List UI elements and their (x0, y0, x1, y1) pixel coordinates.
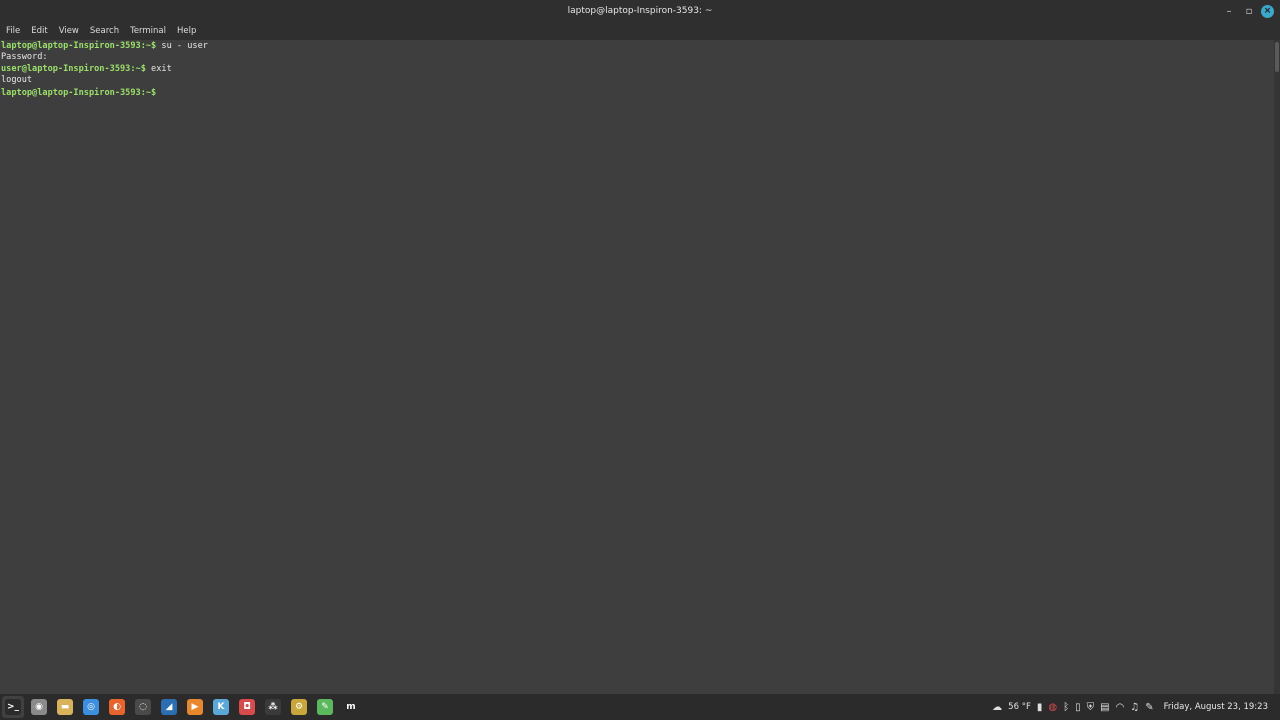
menu-search[interactable]: Search (90, 26, 125, 36)
system-tray: ☁ 56 °F ▮ ◍ ᛒ ▯ ⛨ ▤ ◠ ♫ ✎ Friday, August… (992, 694, 1268, 720)
menu-terminal[interactable]: Terminal (130, 26, 172, 36)
shield-icon[interactable]: ⛨ (1087, 702, 1095, 713)
obs-launcher[interactable]: ◌ (132, 696, 154, 718)
weather-icon[interactable]: ☁ (992, 702, 1002, 713)
menu-edit[interactable]: Edit (31, 26, 53, 36)
disk-icon: ◉ (31, 699, 47, 715)
taskbar: >_ ◉ ▬ ◎ ◐ ◌ ◢ ▶ K ◘ ⁂ ⚙ ✎ m ☁ 56 °F ▮ ◍ ᛒ ▯ ⛨ ▤ ◠ ♫ … (0, 694, 1280, 720)
command-text: exit (145, 63, 172, 74)
launcher-area: >_ ◉ ▬ ◎ ◐ ◌ ◢ ▶ K ◘ ⁂ ⚙ ✎ m (0, 696, 362, 718)
terminal-line: laptop@laptop-Inspiron-3593:~$ (1, 86, 1273, 99)
clapper-launcher[interactable]: ⁂ (262, 696, 284, 718)
terminal-launcher[interactable]: >_ (2, 696, 24, 718)
command-text: su - user (156, 41, 208, 51)
mint-icon: m (343, 699, 359, 715)
chrome-launcher[interactable]: ◎ (80, 696, 102, 718)
folder-icon: ▬ (57, 699, 73, 715)
menu-view[interactable]: View (59, 26, 85, 36)
terminal-line: user@laptop-Inspiron-3593:~$ exit (1, 64, 1273, 75)
kdenlive-launcher[interactable]: K (210, 696, 232, 718)
minimize-button[interactable]: – (1221, 3, 1237, 19)
update-icon[interactable]: ◍ (1048, 702, 1057, 713)
obs-icon: ◌ (135, 699, 151, 715)
terminal-line: laptop@laptop-Inspiron-3593:~$ su - user (1, 41, 1273, 52)
app-icon: ◘ (239, 699, 255, 715)
mint-launcher[interactable]: m (340, 696, 362, 718)
app-launcher[interactable]: ◘ (236, 696, 258, 718)
window-controls: – ▫ × (1221, 3, 1274, 19)
sound-icon[interactable]: ♫ (1130, 702, 1139, 713)
terminal-scrollbar[interactable] (1274, 40, 1280, 694)
wifi-icon[interactable]: ◠ (1116, 702, 1125, 713)
scrollbar-thumb[interactable] (1275, 42, 1279, 72)
shell-prompt: laptop@laptop-Inspiron-3593:~$ (1, 41, 157, 51)
battery-icon[interactable]: ▯ (1075, 702, 1081, 713)
title-bar[interactable]: laptop@laptop-Inspiron-3593: ~ – ▫ × (0, 0, 1280, 22)
command-text (156, 88, 161, 98)
disk-launcher[interactable]: ◉ (28, 696, 50, 718)
shell-prompt: laptop@laptop-Inspiron-3593:~$ (1, 88, 157, 99)
output-text: Password: (1, 52, 48, 63)
shell-prompt: user@laptop-Inspiron-3593:~$ (1, 63, 146, 74)
firefox-icon: ◐ (109, 699, 125, 715)
notes-icon[interactable]: ▤ (1100, 702, 1109, 713)
steam-launcher[interactable]: ◢ (158, 696, 180, 718)
play-icon: ▶ (187, 699, 203, 715)
kdenlive-icon: K (213, 699, 229, 715)
settings-launcher[interactable]: ⚙ (288, 696, 310, 718)
clock[interactable]: Friday, August 23, 19:23 (1164, 702, 1268, 712)
clipboard-icon[interactable]: ✎ (1145, 702, 1153, 713)
output-text: logout (1, 74, 33, 85)
temperature-label[interactable]: 56 °F (1008, 702, 1031, 712)
menu-help[interactable]: Help (177, 26, 202, 36)
editor-launcher[interactable]: ✎ (314, 696, 336, 718)
menu-bar: File Edit View Search Terminal Help (0, 22, 1280, 40)
terminal-output[interactable]: laptop@laptop-Inspiron-3593:~$ su - user… (0, 40, 1274, 694)
files-launcher[interactable]: ▬ (54, 696, 76, 718)
vlc-launcher[interactable]: ▶ (184, 696, 206, 718)
terminal-line: logout (1, 75, 1273, 86)
close-button[interactable]: × (1261, 4, 1274, 18)
pen-icon: ✎ (317, 699, 333, 715)
trash-icon[interactable]: ▮ (1037, 702, 1043, 713)
steam-icon: ◢ (161, 699, 177, 715)
gear-icon: ⚙ (291, 699, 307, 715)
bluetooth-icon[interactable]: ᛒ (1063, 702, 1069, 713)
menu-file[interactable]: File (6, 26, 26, 36)
maximize-button[interactable]: ▫ (1241, 3, 1257, 19)
chrome-icon: ◎ (83, 699, 99, 715)
firefox-launcher[interactable]: ◐ (106, 696, 128, 718)
terminal-line: Password: (1, 52, 1273, 63)
window-title: laptop@laptop-Inspiron-3593: ~ (567, 6, 713, 16)
clapper-icon: ⁂ (265, 699, 281, 715)
terminal-icon: >_ (5, 699, 21, 715)
